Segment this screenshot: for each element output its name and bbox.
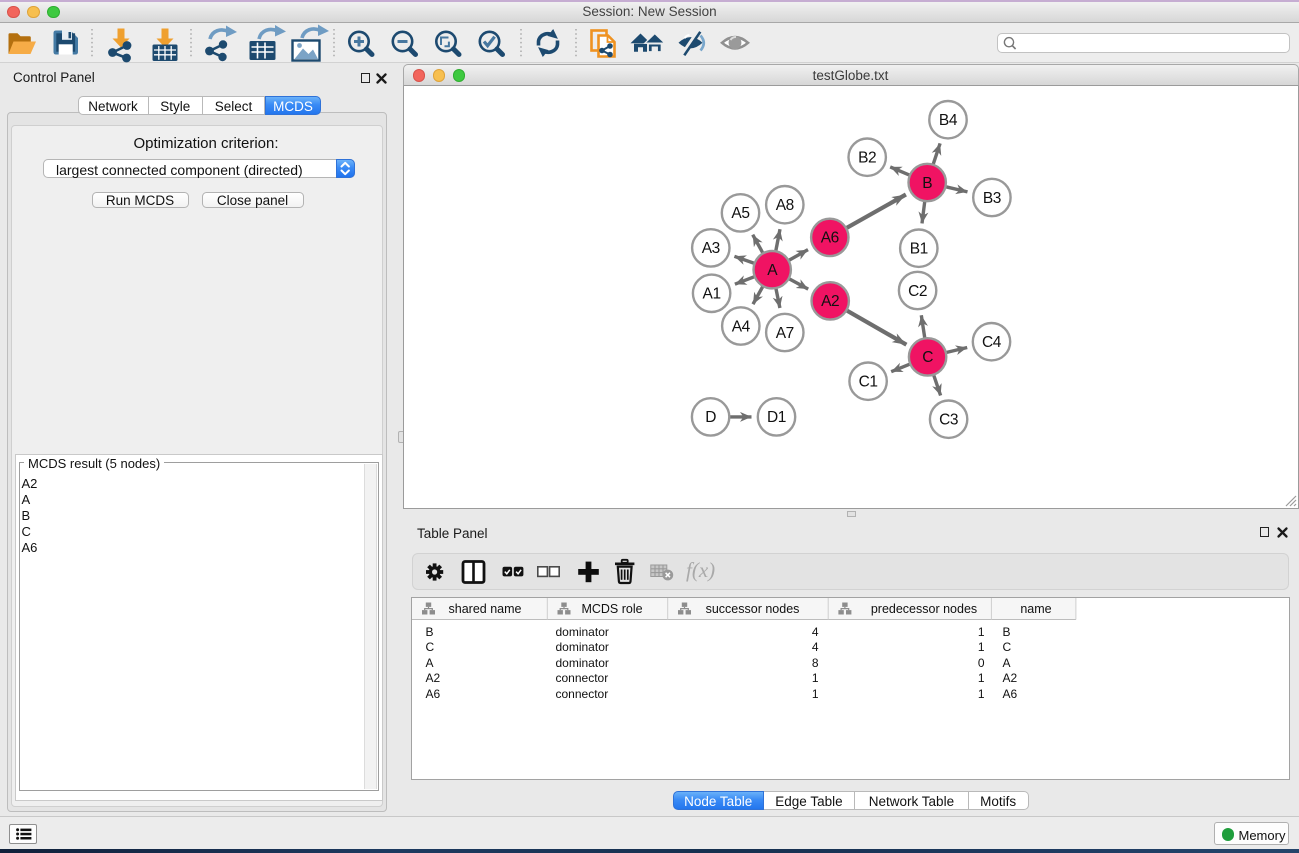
svg-text:C: C <box>922 349 933 366</box>
svg-text:A2: A2 <box>821 293 839 310</box>
svg-text:A4: A4 <box>732 318 751 335</box>
svg-text:C2: C2 <box>908 283 927 300</box>
svg-text:A5: A5 <box>731 205 749 222</box>
svg-text:B1: B1 <box>910 241 928 258</box>
svg-text:C1: C1 <box>859 374 878 391</box>
svg-text:B3: B3 <box>983 190 1001 207</box>
svg-text:A8: A8 <box>776 197 794 214</box>
svg-text:B2: B2 <box>858 150 876 167</box>
svg-text:D: D <box>705 409 716 426</box>
svg-text:A3: A3 <box>702 240 720 257</box>
svg-text:D1: D1 <box>767 409 786 426</box>
svg-text:A1: A1 <box>703 286 721 303</box>
svg-text:A6: A6 <box>821 230 839 247</box>
svg-text:B: B <box>922 175 932 192</box>
svg-text:C3: C3 <box>939 412 958 429</box>
svg-text:B4: B4 <box>939 112 958 129</box>
svg-text:A: A <box>767 262 778 279</box>
svg-text:C4: C4 <box>982 334 1002 351</box>
svg-text:A7: A7 <box>776 325 794 342</box>
